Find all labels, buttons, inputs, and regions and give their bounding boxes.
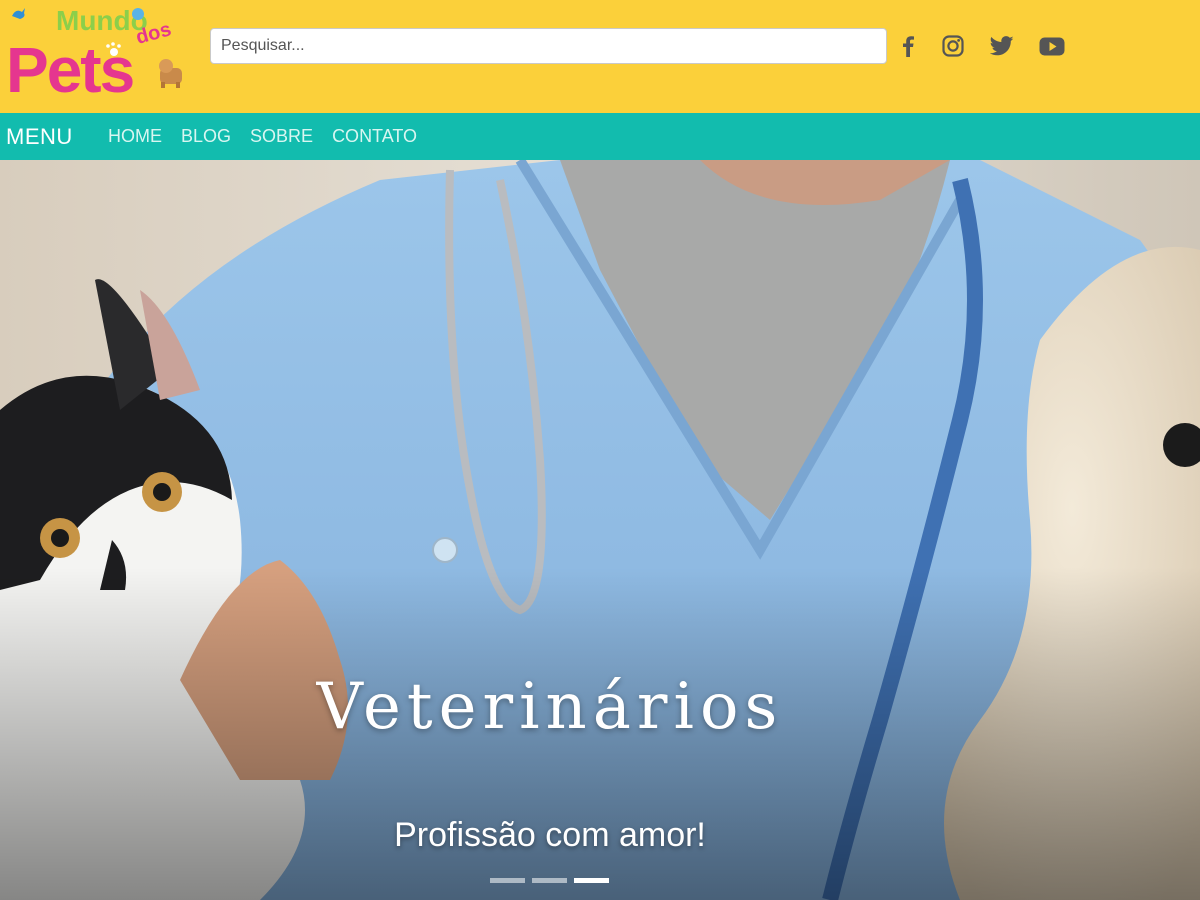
nav-item-blog[interactable]: BLOG: [181, 126, 231, 147]
search-input[interactable]: [210, 28, 887, 64]
site-logo[interactable]: Mundo Pets dos: [4, 2, 194, 102]
main-navbar: MENU HOME BLOG SOBRE CONTATO: [0, 113, 1200, 160]
hero-title: Veterinários: [316, 670, 784, 744]
carousel-indicator[interactable]: [532, 878, 567, 883]
menu-toggle[interactable]: MENU: [6, 124, 73, 150]
twitter-icon: [990, 36, 1014, 56]
facebook-link[interactable]: [897, 32, 919, 60]
nav-item-home[interactable]: HOME: [108, 126, 162, 147]
twitter-link[interactable]: [988, 32, 1016, 60]
instagram-icon: [942, 35, 964, 57]
youtube-icon: [1039, 37, 1065, 55]
hero-carousel[interactable]: Veterinários Profissão com amor!: [0, 160, 1200, 900]
carousel-indicator-active[interactable]: [574, 878, 609, 883]
hero-subtitle: Profissão com amor!: [394, 816, 706, 854]
youtube-link[interactable]: [1038, 32, 1066, 60]
carousel-indicators: [490, 878, 609, 883]
hero-image: [0, 160, 1200, 900]
nav-item-sobre[interactable]: SOBRE: [250, 126, 313, 147]
instagram-link[interactable]: [940, 32, 966, 60]
carousel-indicator[interactable]: [490, 878, 525, 883]
site-header: Mundo Pets dos: [0, 0, 1200, 113]
dog-icon: [159, 59, 182, 88]
nav-links: HOME BLOG SOBRE CONTATO: [108, 126, 417, 147]
nav-item-contato[interactable]: CONTATO: [332, 126, 417, 147]
facebook-icon: [903, 36, 914, 57]
